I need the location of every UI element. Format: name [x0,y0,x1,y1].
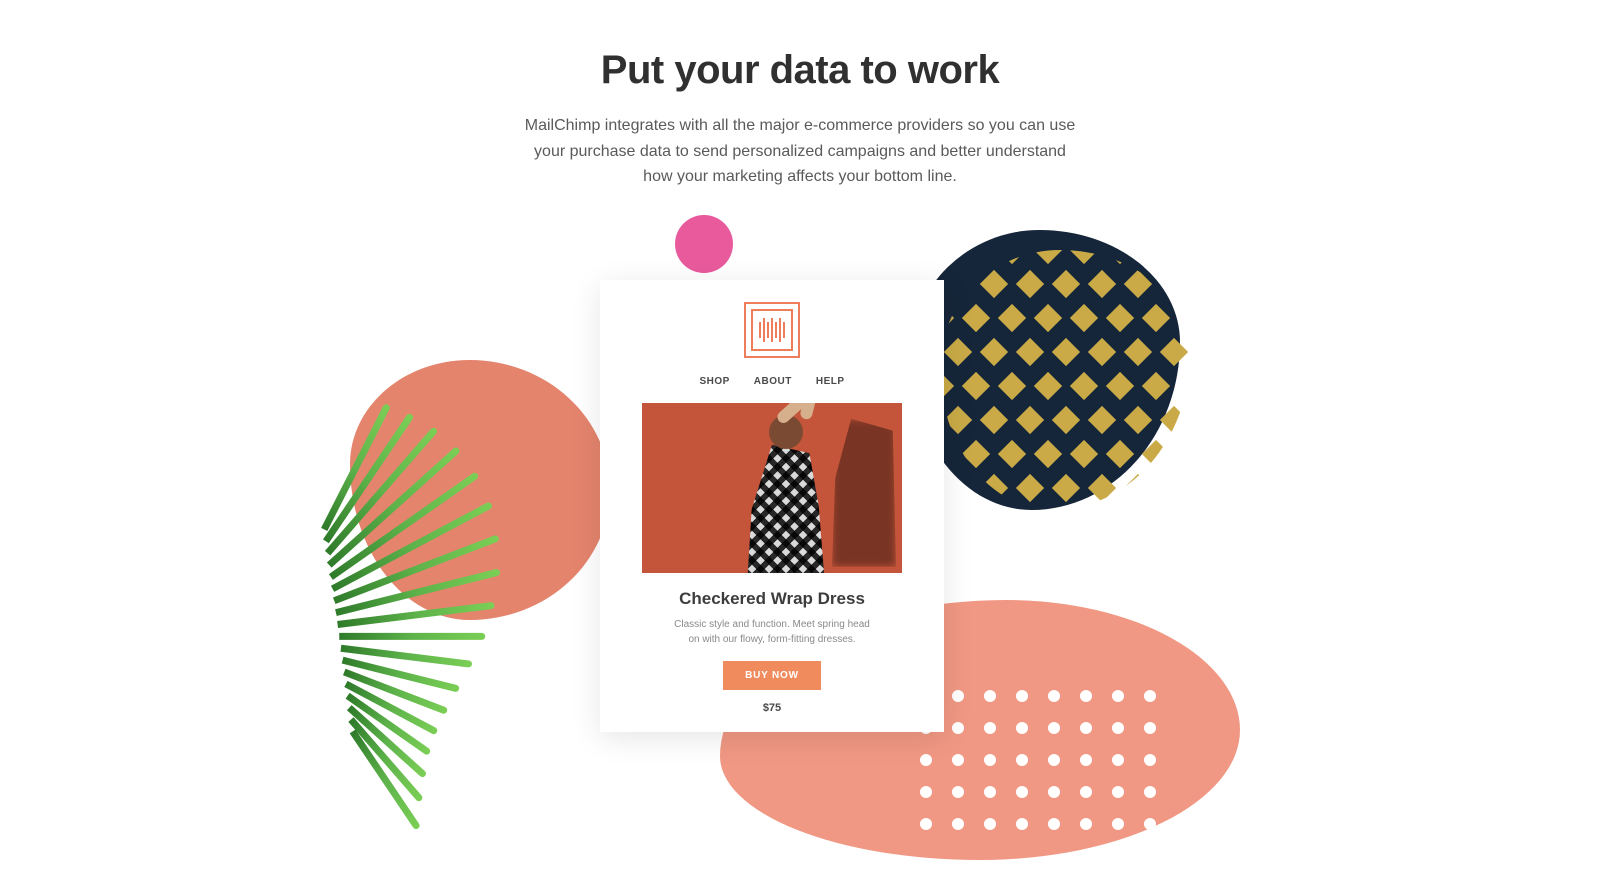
decor-diamond-grid [940,250,1190,510]
hero-subtitle: MailChimp integrates with all the major … [520,113,1080,190]
product-description: Classic style and function. Meet spring … [670,617,875,647]
illustration-stage: SHOP ABOUT HELP Checkered Wrap Dress Cla… [480,240,1120,800]
nav-help[interactable]: HELP [816,376,845,387]
product-title: Checkered Wrap Dress [622,589,922,609]
decor-dot-grid [920,690,1170,840]
nav-about[interactable]: ABOUT [754,376,792,387]
hero-title: Put your data to work [0,48,1600,93]
email-nav: SHOP ABOUT HELP [622,376,922,387]
product-price: $75 [622,702,922,714]
email-preview-card: SHOP ABOUT HELP Checkered Wrap Dress Cla… [600,280,944,732]
nav-shop[interactable]: SHOP [699,376,729,387]
buy-now-button[interactable]: BUY NOW [723,661,821,690]
brand-logo-icon [744,302,800,358]
decor-pink-circle [675,215,733,273]
decor-palm-leaf [313,475,577,764]
product-image [642,403,902,573]
